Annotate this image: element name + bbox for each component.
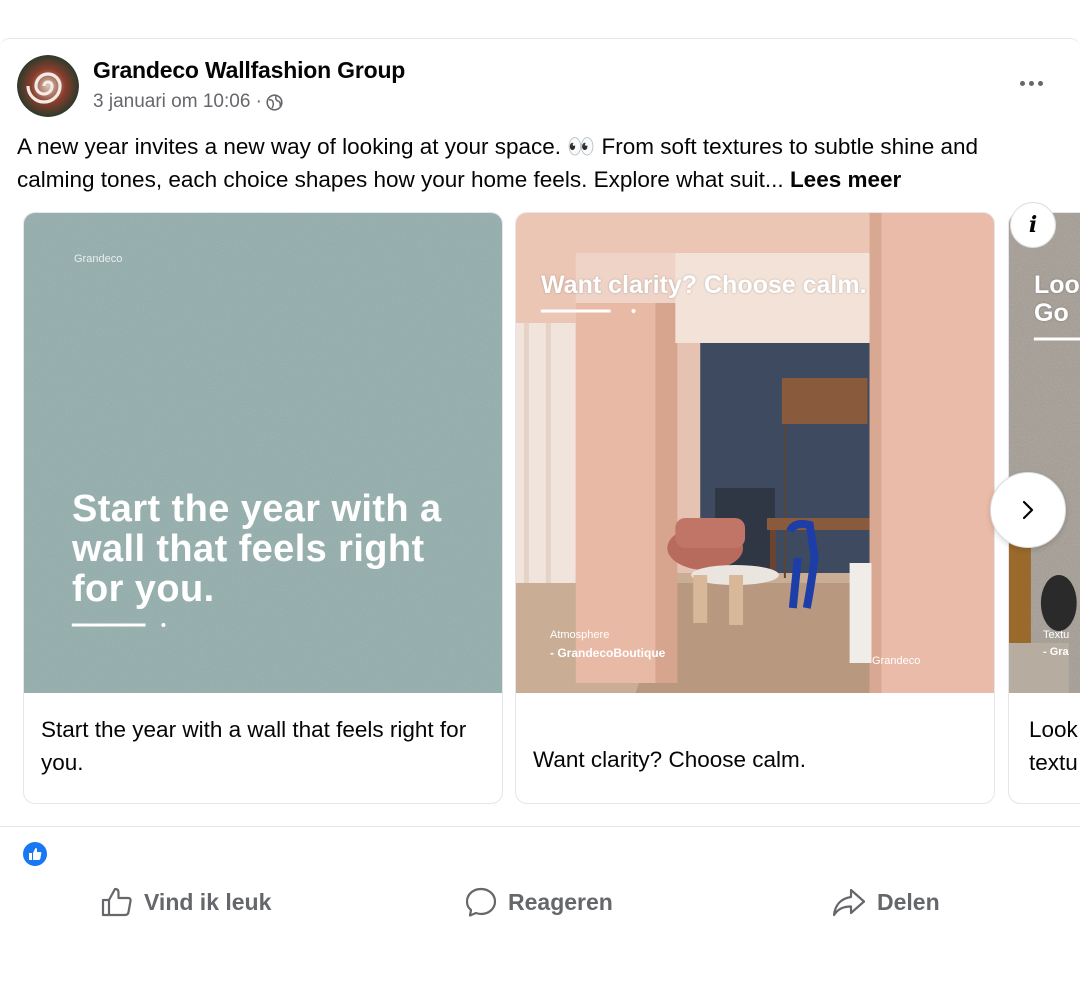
info-icon[interactable]: i	[1010, 202, 1056, 248]
globe-icon	[266, 93, 283, 111]
share-icon	[832, 888, 866, 917]
page-avatar[interactable]	[17, 55, 79, 117]
more-options-icon[interactable]	[1010, 68, 1052, 98]
comment-button[interactable]: Reageren	[464, 876, 613, 928]
page-name-link[interactable]: Grandeco Wallfashion Group	[93, 57, 405, 84]
carousel[interactable]: Grandeco Start the year with a wall that…	[0, 212, 1080, 804]
post-timestamp[interactable]: 3 januari om 10:06 ·	[93, 91, 262, 113]
like-label: Vind ik leuk	[144, 888, 272, 915]
card-3-credit-line-1: Textu	[1043, 629, 1070, 641]
post-text: A new year invites a new way of looking …	[17, 130, 1057, 196]
card-3-overlay-line-1: Loo	[1034, 271, 1080, 299]
share-label: Delen	[877, 888, 940, 915]
card-3-credit-line-2: - Gra	[1043, 646, 1069, 658]
card-2-credit-line-2: - GrandecoBoutique	[550, 646, 666, 660]
see-more-link[interactable]: Lees meer	[790, 167, 901, 192]
card-1-image	[24, 213, 502, 693]
action-bar: Vind ik leuk Reageren Delen	[0, 876, 1080, 928]
card-3-caption-line-2[interactable]: textu	[1029, 746, 1080, 779]
post-meta: 3 januari om 10:06 ·	[93, 91, 283, 113]
card-1-caption[interactable]: Start the year with a wall that feels ri…	[41, 713, 486, 779]
comment-label: Reageren	[508, 888, 613, 915]
carousel-card-2[interactable]: Want clarity? Choose calm. Atmosphere - …	[515, 212, 995, 804]
thumbs-up-icon	[101, 887, 132, 917]
carousel-card-1[interactable]: Grandeco Start the year with a wall that…	[23, 212, 503, 804]
card-2-caption[interactable]: Want clarity? Choose calm.	[533, 743, 978, 776]
card-1-brand: Grandeco	[74, 253, 123, 265]
chevron-right-icon[interactable]	[990, 472, 1066, 548]
share-button[interactable]: Delen	[831, 876, 940, 928]
card-3-overlay-line-2: Go	[1034, 299, 1069, 327]
card-2-brand: Grandeco	[872, 655, 921, 667]
card-2-overlay-text: Want clarity? Choose calm.	[541, 271, 867, 299]
like-reaction-icon[interactable]	[21, 840, 49, 868]
card-2-credit-line-1: Atmosphere	[550, 629, 610, 641]
card-1-overlay-text: Start the year with a wall that feels ri…	[72, 488, 442, 610]
like-button[interactable]: Vind ik leuk	[100, 876, 271, 928]
comment-icon	[465, 887, 497, 917]
card-3-caption-line-1[interactable]: Look	[1029, 713, 1080, 746]
divider	[0, 826, 1080, 827]
